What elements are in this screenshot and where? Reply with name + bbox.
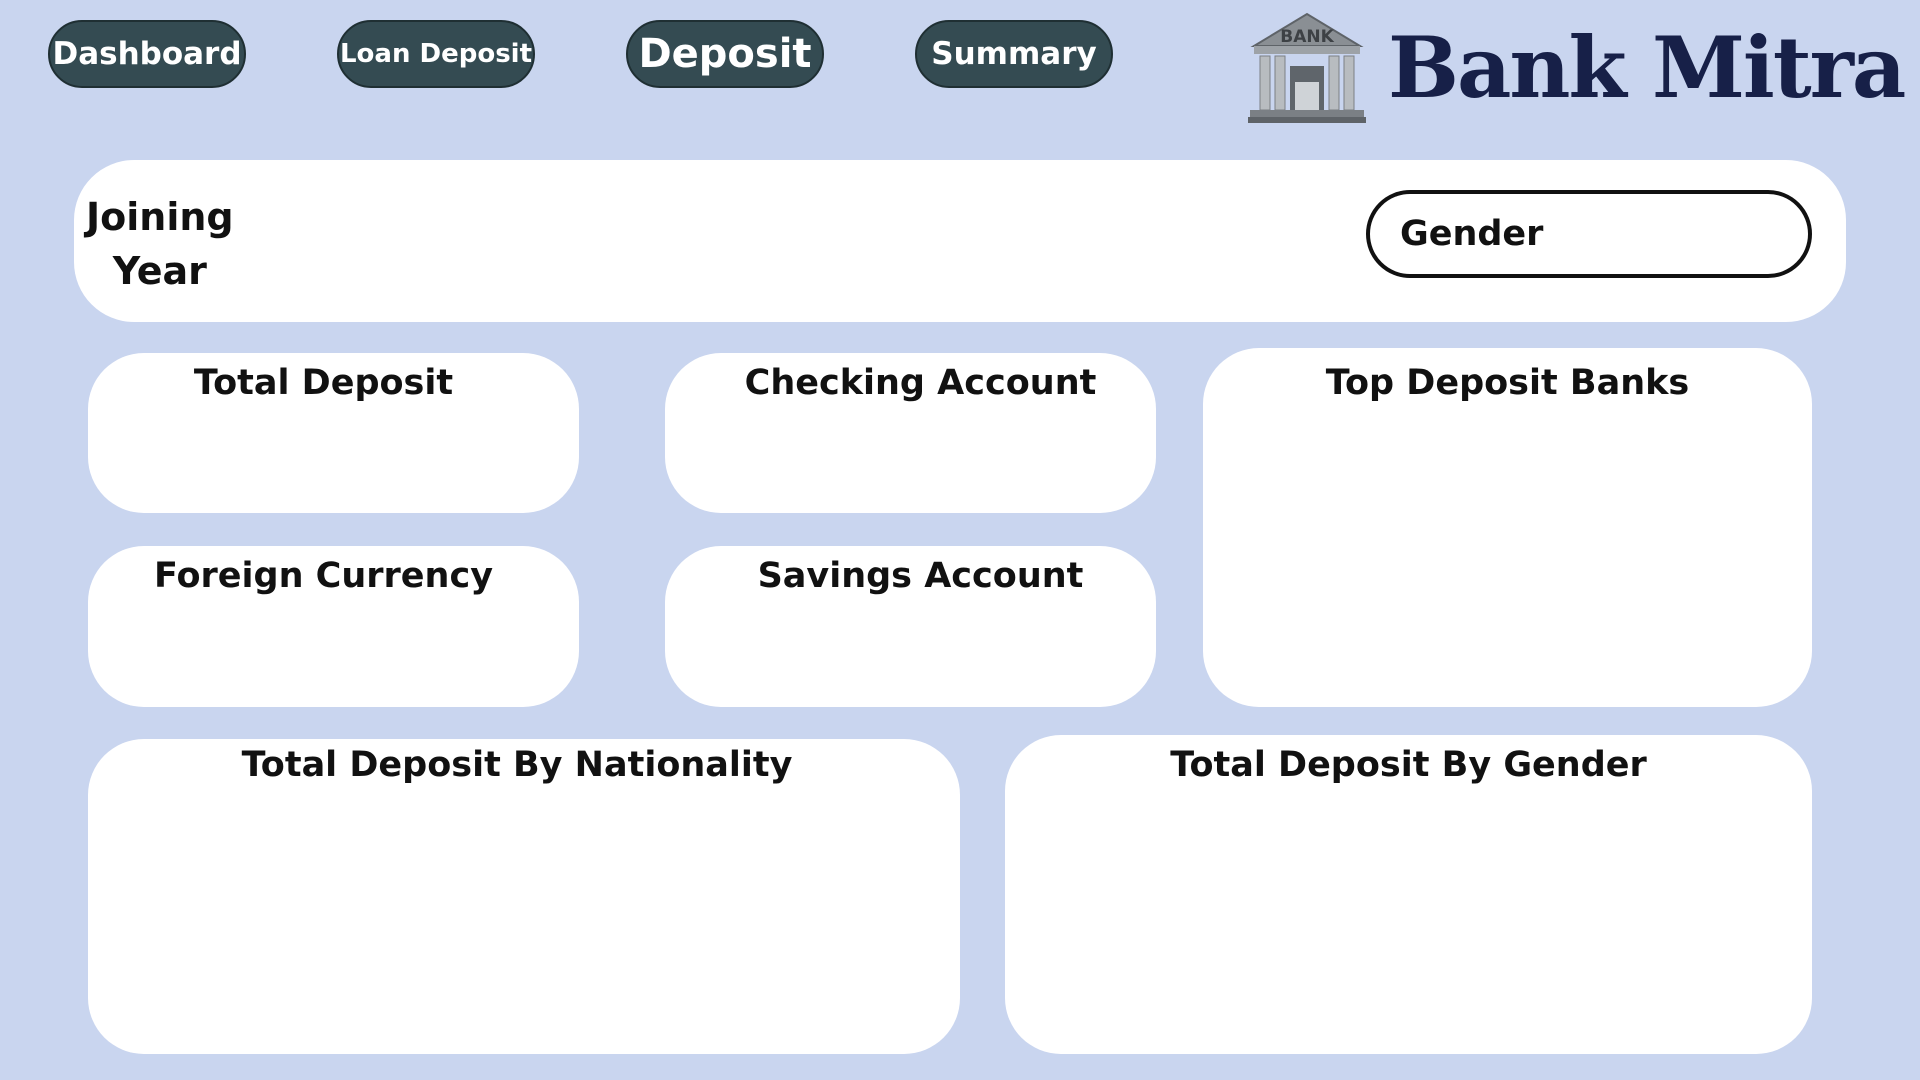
checking-account-title: Checking Account — [744, 363, 1097, 403]
nav-dashboard-button[interactable]: Dashboard — [48, 20, 246, 88]
nav-deposit-button[interactable]: Deposit — [626, 20, 824, 88]
nav-deposit-label: Deposit — [638, 31, 812, 77]
joining-year-label-line1: Joining — [86, 195, 234, 239]
nav-summary-button[interactable]: Summary — [915, 20, 1113, 88]
nav-loan-deposit-button[interactable]: Loan Deposit — [337, 20, 535, 88]
deposit-by-nationality-card: Total Deposit By Nationality — [88, 739, 960, 1054]
total-deposit-card: Total Deposit — [88, 353, 579, 513]
deposit-by-gender-card: Total Deposit By Gender — [1005, 735, 1812, 1054]
foreign-currency-title: Foreign Currency — [153, 556, 494, 596]
gender-filter[interactable]: Gender — [1366, 190, 1812, 278]
foreign-currency-card: Foreign Currency — [88, 546, 579, 707]
total-deposit-title: Total Deposit — [193, 363, 454, 403]
gender-filter-label: Gender — [1400, 214, 1544, 254]
savings-account-card: Savings Account — [665, 546, 1156, 707]
nav-loan-deposit-label: Loan Deposit — [339, 39, 533, 69]
brand-title: Bank Mitra — [1388, 18, 1906, 117]
nav-dashboard-label: Dashboard — [52, 36, 242, 72]
deposit-by-gender-title: Total Deposit By Gender — [1170, 745, 1647, 785]
bank-building-icon: BANK — [1248, 12, 1366, 123]
nav-summary-label: Summary — [931, 36, 1097, 72]
savings-account-title: Savings Account — [757, 556, 1084, 596]
top-deposit-banks-card: Top Deposit Banks — [1203, 348, 1812, 707]
checking-account-card: Checking Account — [665, 353, 1156, 513]
joining-year-label-line2: Year — [112, 249, 207, 293]
top-deposit-banks-title: Top Deposit Banks — [1325, 363, 1690, 403]
deposit-by-nationality-title: Total Deposit By Nationality — [241, 745, 793, 785]
logo-text: BANK — [1280, 27, 1334, 47]
joining-year-filter[interactable]: Joining Year — [86, 190, 234, 298]
